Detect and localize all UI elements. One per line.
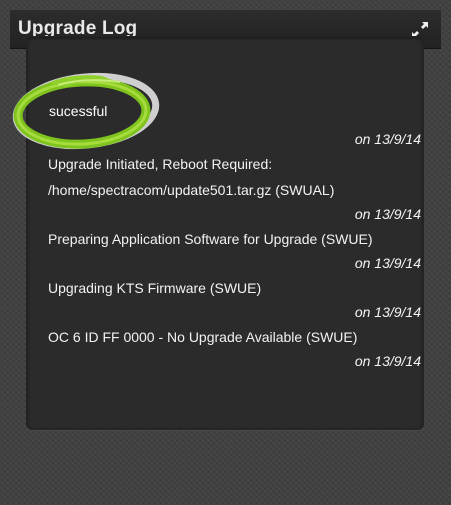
entry-date: on 13/9/14 <box>354 304 421 320</box>
upgrade-log-panel: Upgrade Log sucessful on 13/9/14 Upgrade… <box>0 0 451 505</box>
status-text: sucessful <box>49 103 108 119</box>
entry-date: on 13/9/14 <box>354 255 421 271</box>
entry-message: Upgrade Initiated, Reboot Required: /hom… <box>48 156 335 198</box>
entry-message: OC 6 ID FF 0000 - No Upgrade Available (… <box>48 329 358 345</box>
entry-date: on 13/9/14 <box>354 206 421 222</box>
entry-date: on 13/9/14 <box>354 353 421 369</box>
log-entries: on 13/9/14 Upgrade Initiated, Reboot Req… <box>48 128 423 373</box>
entry-date: on 13/9/14 <box>354 131 421 147</box>
entry-message: Preparing Application Software for Upgra… <box>48 231 373 247</box>
entry-message: Upgrading KTS Firmware (SWUE) <box>48 280 262 296</box>
